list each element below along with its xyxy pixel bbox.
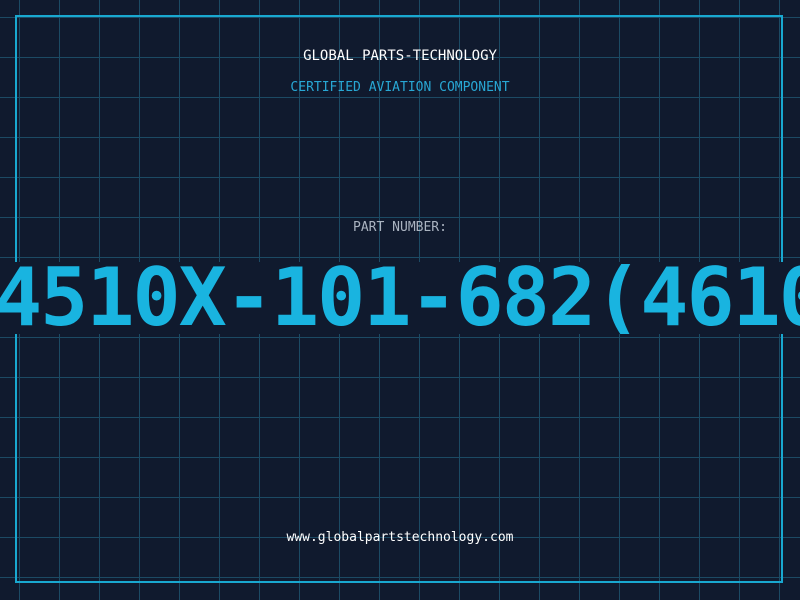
part-number-label: PART NUMBER: bbox=[353, 220, 447, 235]
company-name: GLOBAL PARTS-TECHNOLOGY bbox=[303, 48, 497, 64]
certification-subtitle: CERTIFIED AVIATION COMPONENT bbox=[290, 80, 510, 95]
part-card: GLOBAL PARTS-TECHNOLOGY CERTIFIED AVIATI… bbox=[0, 0, 800, 600]
part-number-value: 4510X-101-682(4610 bbox=[0, 262, 800, 334]
part-number-band: 4510X-101-682(4610 bbox=[0, 262, 800, 334]
website-url: www.globalpartstechnology.com bbox=[286, 530, 514, 545]
